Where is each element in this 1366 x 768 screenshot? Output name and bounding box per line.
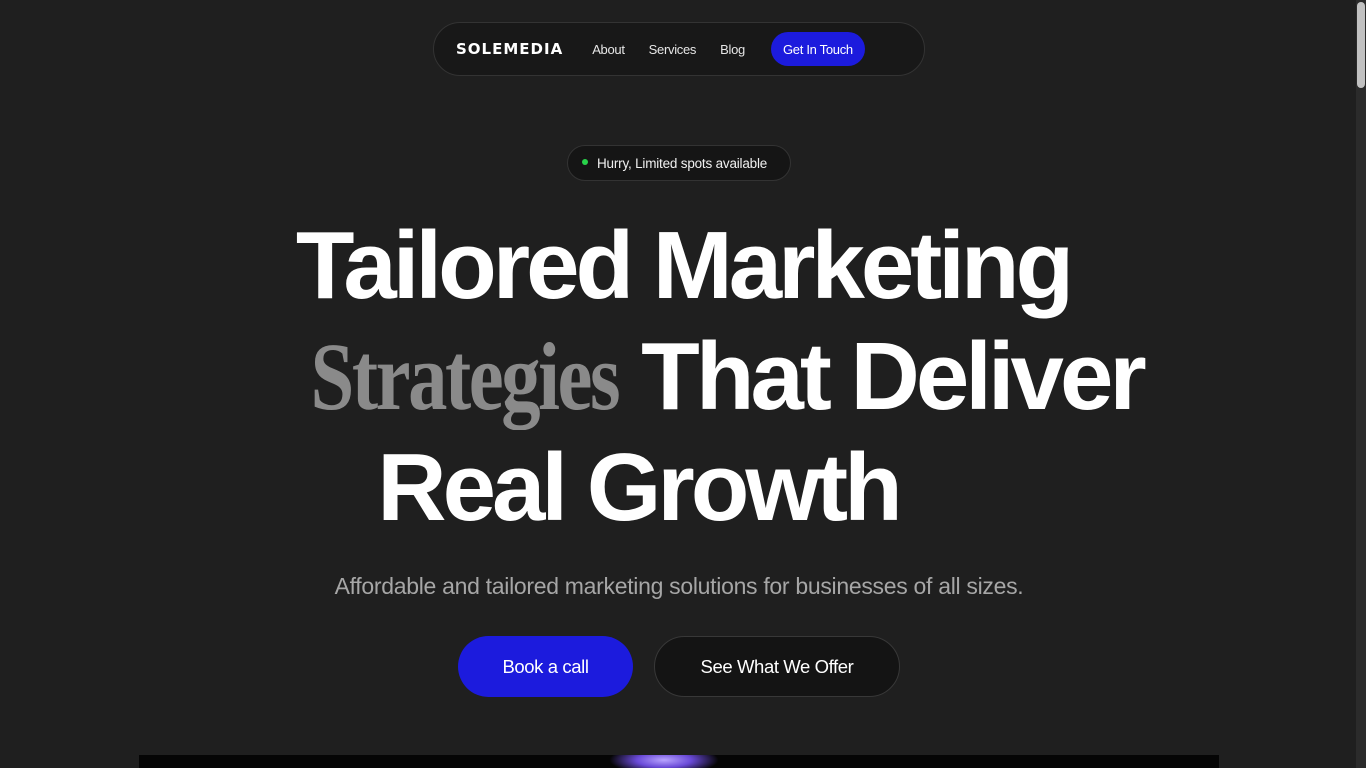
see-what-we-offer-button[interactable]: See What We Offer [654,636,900,697]
status-dot-icon [582,159,588,165]
headline-line-2: Strategies That Deliver [20,321,1366,432]
headline-line-3: Real Growth [377,434,902,541]
nav-link-services[interactable]: Services [649,42,697,57]
hero-headline: Tailored Marketing Strategies That Deliv… [0,210,1366,543]
landing-page: SOLEMEDIA About Services Blog Get In Tou… [0,0,1366,768]
media-glow-graphic [609,755,719,768]
hero-subtitle: Affordable and tailored marketing soluti… [334,573,1024,599]
nav-link-about[interactable]: About [592,42,625,57]
book-a-call-button[interactable]: Book a call [458,636,633,697]
scrollbar-thumb[interactable] [1357,2,1365,88]
headline-serif-word: Strategies [310,323,621,430]
headline-line-2-rest: That Deliver [641,323,1147,430]
nav-link-blog[interactable]: Blog [720,42,745,57]
hero-media-preview [139,755,1219,768]
get-in-touch-button[interactable]: Get In Touch [770,32,865,66]
availability-badge: Hurry, Limited spots available [567,145,791,181]
top-navigation: SOLEMEDIA About Services Blog Get In Tou… [433,22,925,76]
brand-logo[interactable]: SOLEMEDIA [456,40,563,58]
availability-text: Hurry, Limited spots available [597,155,768,171]
page-scrollbar[interactable] [1356,0,1366,768]
headline-line-1: Tailored Marketing [295,212,1074,319]
